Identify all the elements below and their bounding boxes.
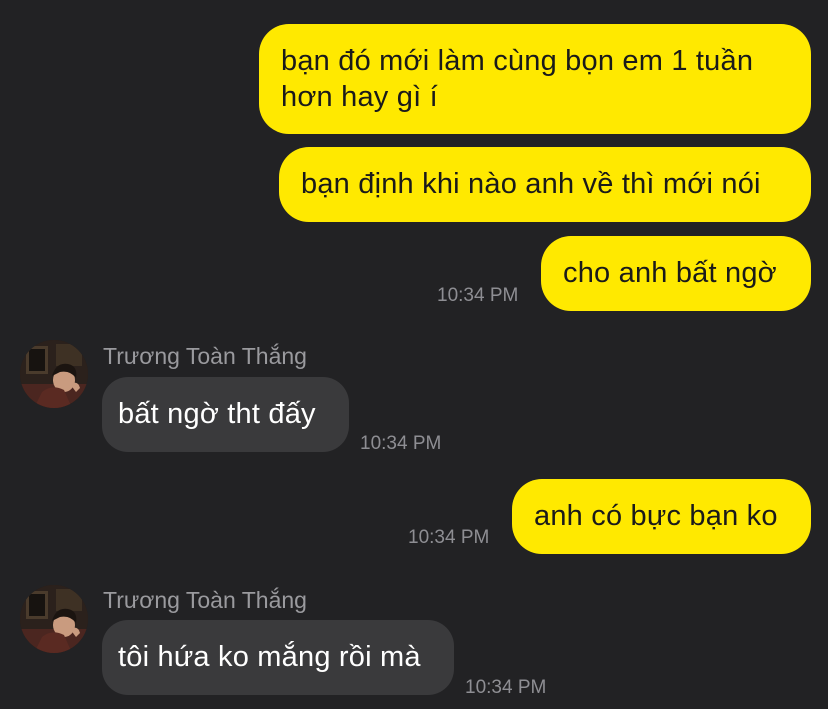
sender-avatar[interactable] <box>20 585 88 653</box>
message-text: anh có bực bạn ko <box>534 500 778 532</box>
sender-name: Trương Toàn Thắng <box>103 587 307 613</box>
outgoing-message-bubble[interactable]: bạn định khi nào anh về thì mới nói <box>279 147 811 222</box>
outgoing-message-bubble[interactable]: cho anh bất ngờ <box>541 236 811 311</box>
message-text: tôi hứa ko mắng rồi mà <box>118 641 421 673</box>
message-text: cho anh bất ngờ <box>563 257 777 289</box>
user-avatar-icon <box>20 585 88 653</box>
message-timestamp: 10:34 PM <box>408 527 490 548</box>
message-timestamp: 10:34 PM <box>360 433 442 454</box>
message-text: bạn đó mới làm cùng bọn em 1 tuần hơn ha… <box>281 45 754 113</box>
message-text: bất ngờ tht đấy <box>118 398 316 430</box>
message-timestamp: 10:34 PM <box>437 285 519 306</box>
chat-thread[interactable]: bạn đó mới làm cùng bọn em 1 tuần hơn ha… <box>0 0 828 709</box>
user-avatar-icon <box>20 340 88 408</box>
outgoing-message-bubble[interactable]: bạn đó mới làm cùng bọn em 1 tuần hơn ha… <box>259 24 811 134</box>
incoming-message-bubble[interactable]: bất ngờ tht đấy <box>102 377 349 452</box>
sender-name: Trương Toàn Thắng <box>103 343 307 369</box>
outgoing-message-bubble[interactable]: anh có bực bạn ko <box>512 479 811 554</box>
message-text: bạn định khi nào anh về thì mới nói <box>301 168 761 200</box>
incoming-message-bubble[interactable]: tôi hứa ko mắng rồi mà <box>102 620 454 695</box>
sender-avatar[interactable] <box>20 340 88 408</box>
message-timestamp: 10:34 PM <box>465 677 547 698</box>
